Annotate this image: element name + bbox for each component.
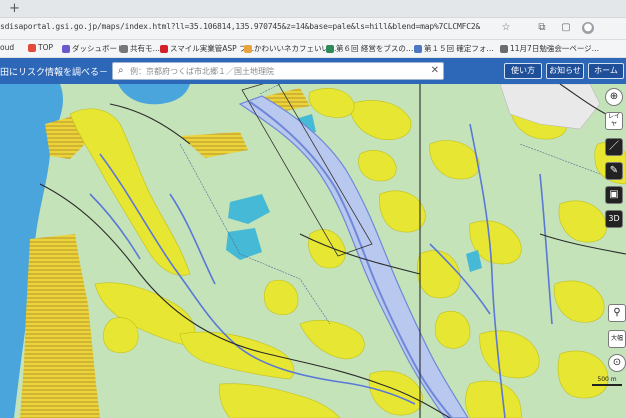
pencil-icon[interactable]: ✎ [605,162,623,180]
tab-search-icon[interactable]: ▢ [560,22,572,34]
browser-address-bar[interactable]: sdisaportal.gsi.go.jp/maps/index.html?ll… [0,18,626,40]
bookmark-label: ダッシュボード [72,44,125,53]
bookmark-item[interactable]: TOP [28,43,53,52]
bookmark-item[interactable]: 第１５回 確定フォ… [414,43,494,54]
bookmark-label: 11月7日勉強会一ページ… [510,44,600,53]
bookmark-label: oud [0,43,15,52]
car-label: 大幅 [610,335,623,342]
bookmark-label: TOP [38,43,54,52]
map-scale-bar: 500 m [592,376,622,386]
bookmark-favicon-icon [62,44,70,53]
info-button[interactable]: お知らせ [546,63,584,79]
bookmark-item[interactable]: スマイル実業管ASP フ… [160,43,254,54]
layers-label: レイヤ [607,113,620,128]
camera-icon[interactable]: ▣ [605,186,623,204]
bookmark-favicon-icon [160,44,168,53]
search-input[interactable]: 例：京都府つくば市北郷１／国土地理院 [130,66,274,77]
bookmark-favicon-icon [244,44,252,53]
bookmark-label: 第１５回 確定フォ… [424,44,494,53]
zoom-icon[interactable]: ⊙ [608,354,626,372]
bookmark-label: スマイル実業管ASP フ… [170,44,255,53]
3d-icon[interactable]: 3D [605,210,623,228]
ruler-icon[interactable]: ／ [605,138,623,156]
usage-button[interactable]: 使い方 [504,63,542,79]
bookmark-item[interactable]: 11月7日勉強会一ページ… [500,43,599,54]
hazard-map[interactable] [0,84,626,418]
risk-info-title[interactable]: 田にリスク情報を調べる－ [0,65,108,78]
bookmark-favicon-icon [500,44,508,53]
clear-icon[interactable]: ✕ [431,65,439,76]
bookmark-label: 共有モ… [130,44,160,53]
extensions-icon[interactable]: ⧉ [536,22,548,34]
bookmark-item[interactable]: 共有モ… [120,43,160,54]
layers-icon[interactable]: レイヤ [605,112,623,130]
bookmark-item[interactable]: 第６回 経営をブスの… [326,43,413,54]
bookmarks-bar: oud TOP ダッシュボード 共有モ… スマイル実業管ASP フ… かわいいネ… [0,40,626,58]
app-toolbar: 田にリスク情報を調べる－ ⌕ 例：京都府つくば市北郷１／国土地理院 ✕ 使い方 … [0,58,626,84]
bookmark-label: かわいいネカフェいい… [254,44,337,53]
bookmark-item[interactable]: ダッシュボード [62,43,125,54]
url-text[interactable]: sdisaportal.gsi.go.jp/maps/index.html?ll… [0,22,480,31]
bookmark-favicon-icon [120,44,128,53]
map-canvas[interactable] [0,84,626,418]
home-button[interactable]: ホーム [588,63,624,79]
new-tab-button[interactable]: + [9,1,20,16]
address-search-box[interactable]: ⌕ 例：京都府つくば市北郷１／国土地理院 ✕ [112,62,444,80]
bookmark-favicon-icon [326,44,334,53]
compass-icon[interactable]: ⊕ [605,88,623,106]
bookmark-favicon-icon [414,44,422,53]
bookmark-item[interactable]: oud [0,43,14,52]
car-icon[interactable]: 大幅 [608,330,626,348]
3d-label: 3D [608,214,620,223]
bookmark-item[interactable]: かわいいネカフェいい… [244,43,337,54]
screenshot-frame: + sdisaportal.gsi.go.jp/maps/index.html?… [0,0,626,418]
profile-icon[interactable]: ● [582,22,594,34]
search-icon: ⌕ [118,65,124,76]
star-icon[interactable]: ☆ [500,22,512,34]
bookmark-label: 第６回 経営をブスの… [336,44,414,53]
browser-tab-strip: + [0,0,626,18]
walk-icon[interactable]: ⚲ [608,304,626,322]
bookmark-favicon-icon [28,43,36,52]
